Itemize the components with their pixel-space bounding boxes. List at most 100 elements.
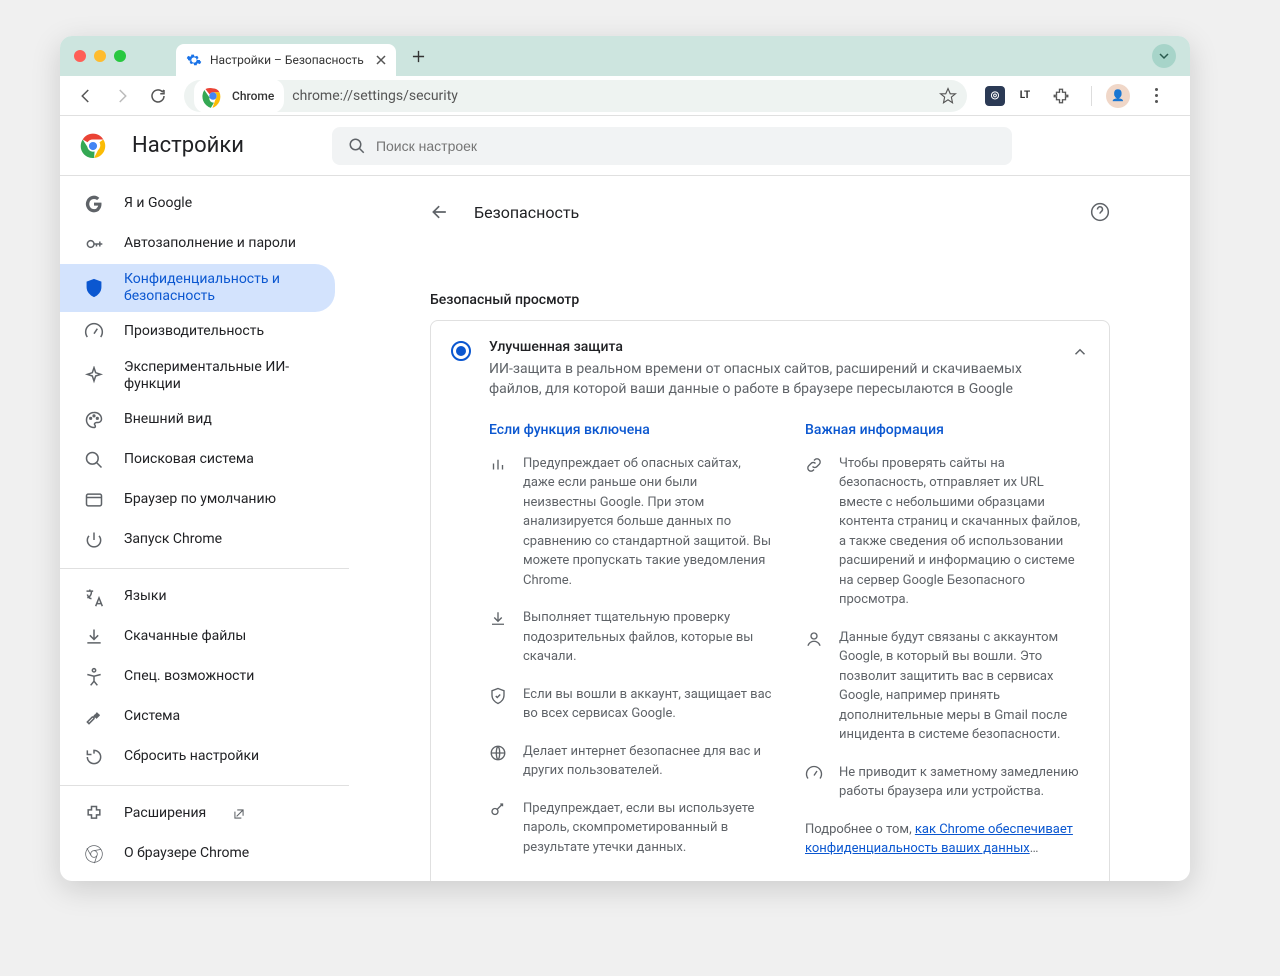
speedometer-icon: [84, 322, 104, 342]
sidebar-on-startup[interactable]: Запуск Chrome: [60, 520, 335, 560]
search-icon: [348, 137, 366, 155]
option-title: Улучшенная защита: [489, 339, 1053, 355]
new-tab-button[interactable]: [404, 42, 432, 70]
column-title: Важная информация: [805, 422, 1089, 438]
sidebar-item-label: Внешний вид: [124, 411, 212, 429]
close-tab-icon[interactable]: [376, 55, 386, 65]
sidebar-autofill[interactable]: Автозаполнение и пароли: [60, 224, 335, 264]
sidebar-item-label: Расширения: [124, 805, 206, 823]
browser-window: Настройки – Безопасность Chrome chrome:/…: [60, 36, 1190, 881]
option-description: ИИ-защита в реальном времени от опасных …: [489, 359, 1053, 400]
settings-page: Настройки Я и Google Автозаполнение и па…: [60, 116, 1190, 881]
analytics-icon: [489, 456, 507, 474]
sidebar-performance[interactable]: Производительность: [60, 312, 335, 352]
chrome-origin-chip: Chrome: [194, 79, 284, 113]
google-icon: [84, 194, 104, 214]
address-bar[interactable]: Chrome chrome://settings/security: [184, 80, 967, 112]
reload-button[interactable]: [142, 80, 174, 112]
feature-text: Выполняет тщательную проверку подозрител…: [523, 608, 773, 667]
palette-icon: [84, 410, 104, 430]
sidebar-reset[interactable]: Сбросить настройки: [60, 737, 335, 777]
extensions-area: ◎ LT 👤: [985, 80, 1172, 112]
shield-icon: [84, 278, 104, 298]
sidebar-languages[interactable]: Языки: [60, 577, 335, 617]
search-input[interactable]: [376, 138, 996, 154]
sidebar-item-label: Запуск Chrome: [124, 531, 222, 549]
power-icon: [84, 530, 104, 550]
tab-settings[interactable]: Настройки – Безопасность: [176, 44, 396, 76]
chrome-logo: [80, 133, 106, 159]
key-icon: [84, 234, 104, 254]
sparkle-icon: [84, 366, 104, 386]
sidebar-search-engine[interactable]: Поисковая система: [60, 440, 335, 480]
key-icon: [489, 801, 507, 819]
sidebar-accessibility[interactable]: Спец. возможности: [60, 657, 335, 697]
extension-icon-1[interactable]: ◎: [985, 86, 1005, 106]
feature-text: Делает интернет безопаснее для вас и дру…: [523, 742, 773, 781]
feature-text: Чтобы проверять сайты на безопасность, о…: [839, 454, 1089, 610]
sidebar-default-browser[interactable]: Браузер по умолчанию: [60, 480, 335, 520]
bookmark-icon[interactable]: [939, 87, 957, 105]
close-window[interactable]: [74, 50, 86, 62]
sidebar-downloads[interactable]: Скачанные файлы: [60, 617, 335, 657]
column-title: Если функция включена: [489, 422, 773, 438]
sidebar-item-label: О браузере Chrome: [124, 845, 249, 863]
download-icon: [84, 627, 104, 647]
maximize-window[interactable]: [114, 50, 126, 62]
download-icon: [489, 610, 507, 628]
sidebar-system[interactable]: Система: [60, 697, 335, 737]
search-icon: [84, 450, 104, 470]
sidebar-privacy-security[interactable]: Конфиденциальность и безопасность: [60, 264, 335, 312]
sidebar: Я и Google Автозаполнение и пароли Конфи…: [60, 176, 350, 881]
sidebar-ai-features[interactable]: Экспериментальные ИИ-функции: [60, 352, 335, 400]
sidebar-separator: [60, 568, 349, 569]
profile-avatar[interactable]: 👤: [1106, 84, 1130, 108]
tab-dropdown[interactable]: [1152, 44, 1176, 68]
back-arrow-icon[interactable]: [430, 202, 450, 222]
sidebar-item-label: Производительность: [124, 323, 264, 341]
sidebar-item-label: Экспериментальные ИИ-функции: [124, 359, 311, 394]
shield-check-icon: [489, 687, 507, 705]
settings-body: Я и Google Автозаполнение и пароли Конфи…: [60, 176, 1190, 881]
reset-icon: [84, 747, 104, 767]
sidebar-extensions[interactable]: Расширения: [60, 794, 335, 834]
sidebar-item-label: Спец. возможности: [124, 668, 254, 686]
sidebar-item-label: Конфиденциальность и безопасность: [124, 271, 311, 306]
feature-text: Данные будут связаны с аккаунтом Google,…: [839, 628, 1089, 745]
puzzle-icon: [84, 804, 104, 824]
feature-text: Предупреждает, если вы используете парол…: [523, 799, 773, 858]
account-icon: [805, 630, 823, 648]
back-button[interactable]: [70, 80, 102, 112]
chrome-outline-icon: [84, 844, 104, 864]
sidebar-appearance[interactable]: Внешний вид: [60, 400, 335, 440]
learn-more: Подробнее о том, как Chrome обеспечивает…: [805, 820, 1089, 859]
minimize-window[interactable]: [94, 50, 106, 62]
toolbar: Chrome chrome://settings/security ◎ LT 👤: [60, 76, 1190, 116]
gear-icon: [186, 52, 202, 68]
origin-label: Chrome: [232, 89, 274, 103]
sidebar-you-and-google[interactable]: Я и Google: [60, 184, 335, 224]
tab-title: Настройки – Безопасность: [210, 53, 364, 67]
tab-bar: Настройки – Безопасность: [60, 36, 1190, 76]
protection-option-card: Улучшенная защита ИИ-защита в реальном в…: [430, 320, 1110, 881]
sidebar-item-label: Браузер по умолчанию: [124, 491, 276, 509]
globe-icon: [489, 744, 507, 762]
radio-enhanced-protection[interactable]: [451, 341, 471, 361]
sidebar-about[interactable]: О браузере Chrome: [60, 834, 335, 874]
feature-text: Если вы вошли в аккаунт, защищает вас во…: [523, 685, 773, 724]
extension-icon-lt[interactable]: LT: [1015, 86, 1035, 106]
browser-menu[interactable]: [1140, 80, 1172, 112]
browser-icon: [84, 490, 104, 510]
help-icon[interactable]: [1090, 202, 1110, 222]
chevron-up-icon[interactable]: [1071, 343, 1089, 361]
accessibility-icon: [84, 667, 104, 687]
extensions-button[interactable]: [1045, 80, 1077, 112]
page-title: Безопасность: [474, 203, 1066, 222]
settings-header: Настройки: [60, 116, 1190, 176]
content-header: Безопасность: [430, 184, 1110, 240]
sidebar-item-label: Скачанные файлы: [124, 628, 246, 646]
settings-search[interactable]: [332, 127, 1012, 165]
forward-button[interactable]: [106, 80, 138, 112]
sidebar-separator: [60, 785, 349, 786]
sidebar-item-label: Поисковая система: [124, 451, 254, 469]
